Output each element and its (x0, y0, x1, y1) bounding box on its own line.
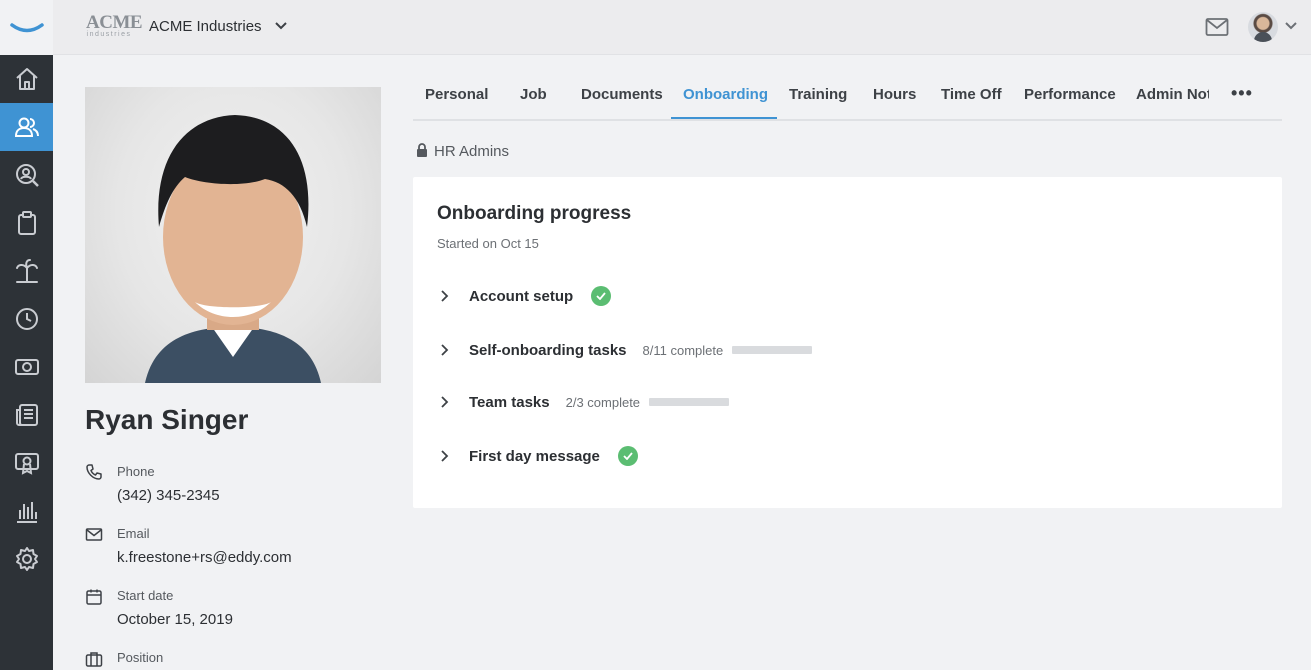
position-label: Position (117, 650, 164, 665)
app-logo-icon (9, 22, 44, 32)
clock-icon (15, 308, 38, 330)
visibility-note: HR Admins (416, 143, 509, 160)
start-date-value: October 15, 2019 (117, 611, 233, 628)
visibility-text: HR Admins (434, 143, 510, 160)
profile-tabs: Personal Job Documents Onboarding Traini… (413, 80, 1282, 121)
mail-icon (85, 528, 103, 541)
person-portrait-icon (145, 115, 321, 383)
onboarding-started: Started on Oct 15 (437, 236, 539, 251)
tab-personal[interactable]: Personal (425, 86, 488, 103)
email-value[interactable]: k.freestone+rs@eddy.com (117, 549, 292, 566)
company-logo: ACME industries (86, 12, 143, 38)
calendar-icon (86, 589, 102, 605)
sidebar-item-payroll[interactable] (0, 343, 53, 391)
progress-bar (732, 346, 813, 354)
certificate-icon (14, 453, 39, 475)
section-account-setup[interactable]: Account setup (437, 284, 612, 308)
profile-photo (85, 87, 381, 383)
company-switcher[interactable]: ACME Industries (149, 18, 262, 35)
sidebar-item-hours[interactable] (0, 295, 53, 343)
active-tab-indicator (671, 117, 777, 119)
email-label: Email (117, 526, 150, 541)
chevron-right-icon (441, 450, 449, 462)
chevron-right-icon (441, 344, 449, 356)
sidebar-item-settings[interactable] (0, 535, 53, 583)
tab-time-off[interactable]: Time Off (941, 86, 1002, 103)
tab-training[interactable]: Training (789, 86, 847, 103)
onboarding-card: Onboarding progress Started on Oct 15 Ac… (413, 177, 1282, 508)
chevron-right-icon (441, 396, 449, 408)
sidebar-item-home[interactable] (0, 55, 53, 103)
phone-value[interactable]: (342) 345-2345 (117, 487, 220, 504)
mail-icon[interactable] (1205, 17, 1229, 37)
sidebar-item-news[interactable] (0, 391, 53, 439)
briefcase-icon (85, 652, 103, 667)
tab-performance[interactable]: Performance (1024, 86, 1116, 103)
gear-icon (15, 547, 38, 571)
tab-onboarding[interactable]: Onboarding (683, 86, 768, 103)
section-label: Self-onboarding tasks (469, 341, 627, 359)
progress-text: 2/3 complete (565, 394, 641, 410)
search-person-icon (15, 164, 39, 187)
clipboard-icon (17, 211, 36, 235)
company-logo-sub: industries (86, 31, 132, 38)
employee-name: Ryan Singer (85, 404, 249, 435)
palm-tree-icon (15, 259, 38, 283)
lock-icon (417, 143, 427, 157)
phone-label: Phone (117, 464, 155, 479)
progress-bar (649, 398, 730, 406)
sidebar-item-search-people[interactable] (0, 151, 53, 199)
check-circle-icon (591, 286, 612, 306)
news-icon (15, 404, 38, 426)
home-icon (15, 68, 38, 90)
sidebar-item-clipboard[interactable] (0, 199, 53, 247)
tab-admin-notes[interactable]: Admin Not (1136, 86, 1209, 103)
section-team-tasks[interactable]: Team tasks 2/3 complete (437, 390, 730, 414)
chevron-down-icon[interactable] (275, 22, 287, 30)
section-first-day-message[interactable]: First day message (437, 444, 638, 468)
sidebar (0, 0, 53, 670)
user-avatar[interactable] (1248, 12, 1278, 42)
tab-documents[interactable]: Documents (581, 86, 663, 103)
money-icon (14, 359, 39, 375)
chevron-down-icon[interactable] (1285, 22, 1297, 30)
onboarding-title: Onboarding progress (437, 203, 632, 224)
section-label: First day message (469, 447, 600, 465)
section-label: Team tasks (469, 393, 550, 411)
top-bar: ACME industries ACME Industries (53, 0, 1311, 55)
progress-text: 8/11 complete (642, 342, 724, 358)
phone-icon (86, 464, 102, 480)
more-tabs-button[interactable]: ••• (1231, 83, 1253, 104)
start-date-label: Start date (117, 588, 174, 603)
sidebar-item-people[interactable] (0, 103, 53, 151)
sidebar-item-reports[interactable] (0, 487, 53, 535)
sidebar-item-training[interactable] (0, 439, 53, 487)
tab-job[interactable]: Job (520, 86, 547, 103)
people-icon (14, 117, 39, 137)
check-circle-icon (617, 446, 638, 466)
app-logo[interactable] (0, 0, 53, 55)
chevron-right-icon (441, 290, 449, 302)
sidebar-item-time-off[interactable] (0, 247, 53, 295)
section-label: Account setup (469, 287, 574, 305)
section-self-onboarding[interactable]: Self-onboarding tasks 8/11 complete (437, 338, 813, 362)
bar-chart-icon (16, 502, 37, 523)
company-logo-text: ACME (86, 12, 143, 33)
tab-hours[interactable]: Hours (873, 86, 916, 103)
